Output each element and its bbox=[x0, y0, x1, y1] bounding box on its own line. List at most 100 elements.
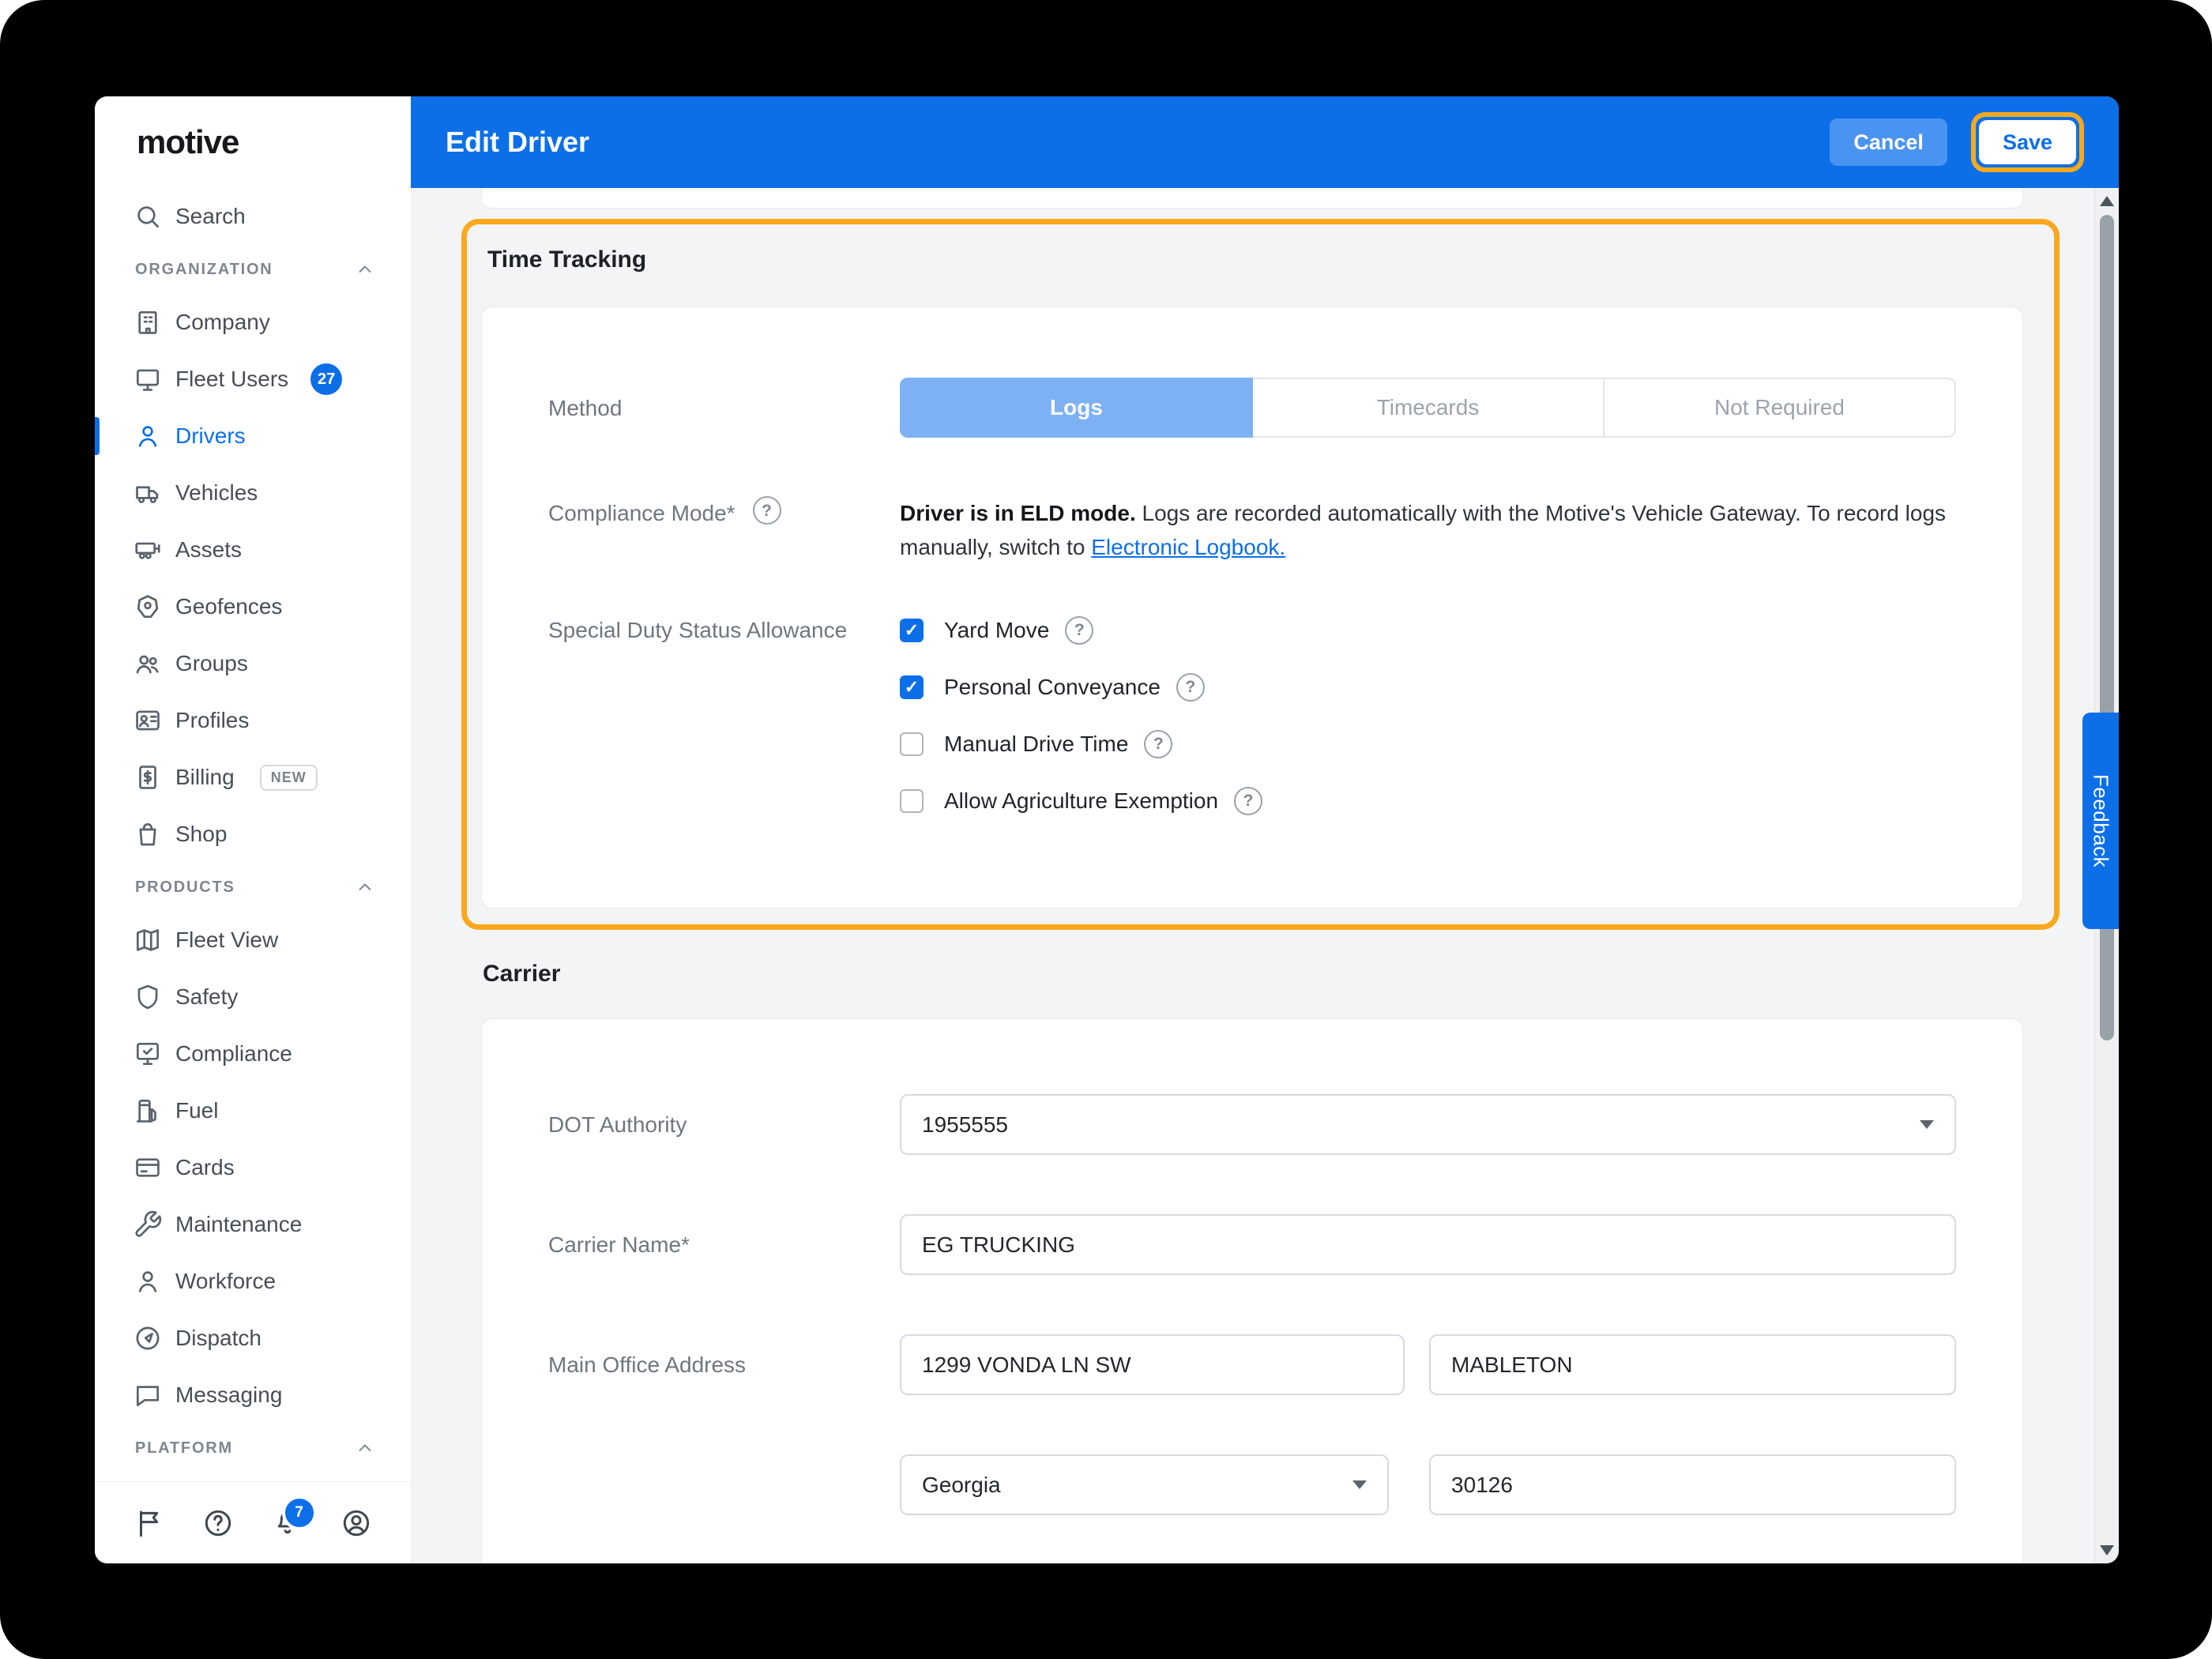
wrench-icon bbox=[133, 1209, 163, 1240]
street-address-input[interactable] bbox=[900, 1334, 1405, 1395]
sidebar-item-company[interactable]: Company bbox=[95, 294, 411, 351]
sidebar-item-cards[interactable]: Cards bbox=[95, 1139, 411, 1196]
sidebar-item-assets[interactable]: Assets bbox=[95, 521, 411, 578]
sidebar-item-workforce[interactable]: Workforce bbox=[95, 1253, 411, 1310]
sidebar-item-fleet-view[interactable]: Fleet View bbox=[95, 912, 411, 969]
state-select[interactable]: Georgia bbox=[900, 1454, 1389, 1515]
sidebar-item-messaging[interactable]: Messaging bbox=[95, 1367, 411, 1424]
help-icon[interactable] bbox=[201, 1507, 235, 1540]
dispatch-icon bbox=[133, 1323, 163, 1353]
sidebar-item-groups[interactable]: Groups bbox=[95, 635, 411, 692]
checkbox-personal-conveyance[interactable] bbox=[900, 675, 924, 699]
caret-down-icon bbox=[1352, 1480, 1367, 1489]
carrier-name-label: Carrier Name* bbox=[548, 1228, 900, 1262]
allowance-row-manual-drive-time: Manual Drive Time bbox=[900, 716, 1262, 773]
time-tracking-heading: Time Tracking bbox=[487, 246, 2054, 273]
notification-count-badge: 7 bbox=[282, 1495, 317, 1530]
checkbox-manual-drive-time[interactable] bbox=[900, 732, 924, 756]
checkbox-yard-move[interactable] bbox=[900, 619, 924, 642]
truck-icon bbox=[133, 478, 163, 508]
sidebar-item-label: Workforce bbox=[175, 1269, 276, 1294]
sidebar-footer: 7 bbox=[95, 1481, 411, 1563]
app-window: motive Search ORGANIZATIONCompanyFleet U… bbox=[95, 96, 2119, 1563]
page-title: Edit Driver bbox=[446, 126, 589, 159]
city-input[interactable] bbox=[1429, 1334, 1956, 1395]
dot-authority-select[interactable]: 1955555 bbox=[900, 1094, 1956, 1155]
sidebar-item-label: Drivers bbox=[175, 423, 246, 449]
screen-background: motive Search ORGANIZATIONCompanyFleet U… bbox=[0, 0, 2212, 1659]
sidebar-search[interactable]: Search bbox=[95, 188, 411, 245]
search-icon bbox=[133, 201, 163, 231]
help-icon[interactable] bbox=[753, 496, 781, 525]
method-option-timecards[interactable]: Timecards bbox=[1253, 378, 1604, 438]
method-option-logs[interactable]: Logs bbox=[900, 378, 1253, 438]
sidebar-search-label: Search bbox=[175, 204, 246, 229]
dot-authority-value: 1955555 bbox=[922, 1112, 1008, 1138]
sidebar-item-billing[interactable]: BillingNEW bbox=[95, 749, 411, 806]
checkbox-allow-agriculture-exemption[interactable] bbox=[900, 789, 924, 813]
method-segmented-control: LogsTimecardsNot Required bbox=[900, 378, 1956, 438]
shop-icon bbox=[133, 819, 163, 849]
carrier-name-input[interactable] bbox=[900, 1214, 1956, 1275]
sidebar-item-vehicles[interactable]: Vehicles bbox=[95, 465, 411, 521]
sidebar-item-geofences[interactable]: Geofences bbox=[95, 578, 411, 635]
sidebar-section-products[interactable]: PRODUCTS bbox=[95, 863, 411, 912]
bell-icon[interactable]: 7 bbox=[271, 1507, 304, 1540]
save-button[interactable]: Save bbox=[1979, 120, 2076, 164]
compliance-mode-label: Compliance Mode* bbox=[548, 496, 735, 530]
sidebar-item-label: Dispatch bbox=[175, 1326, 261, 1351]
sidebar-item-label: Cards bbox=[175, 1155, 235, 1180]
sidebar-item-shop[interactable]: Shop bbox=[95, 806, 411, 863]
time-tracking-card: Method LogsTimecardsNot Required Complia… bbox=[481, 307, 2023, 908]
sidebar-item-compliance[interactable]: Compliance bbox=[95, 1025, 411, 1082]
sidebar-item-label: Maintenance bbox=[175, 1212, 302, 1237]
chat-icon bbox=[133, 1380, 163, 1410]
time-tracking-highlight: Time Tracking Method LogsTimecardsNot Re… bbox=[461, 219, 2060, 930]
dot-authority-row: DOT Authority 1955555 bbox=[482, 1094, 2022, 1155]
sidebar-item-drivers[interactable]: Drivers bbox=[95, 408, 411, 465]
flag-icon[interactable] bbox=[133, 1507, 166, 1540]
method-option-not-required[interactable]: Not Required bbox=[1604, 378, 1956, 438]
electronic-logbook-link[interactable]: Electronic Logbook. bbox=[1091, 535, 1285, 559]
sidebar-item-label: Assets bbox=[175, 537, 242, 562]
fuel-icon bbox=[133, 1096, 163, 1126]
main-content: Time Tracking Method LogsTimecardsNot Re… bbox=[411, 188, 2095, 1563]
main-office-address-row: Main Office Address bbox=[482, 1334, 2022, 1395]
scroll-down-button[interactable] bbox=[2100, 1545, 2114, 1556]
sidebar-item-label: Fleet Users bbox=[175, 367, 288, 392]
avatar-icon[interactable] bbox=[340, 1507, 373, 1540]
sidebar-item-label: Fuel bbox=[175, 1098, 218, 1123]
help-icon[interactable] bbox=[1065, 616, 1093, 645]
help-icon[interactable] bbox=[1234, 787, 1262, 815]
allowance-label: Personal Conveyance bbox=[944, 675, 1161, 700]
new-badge: NEW bbox=[260, 765, 318, 791]
sidebar-item-dispatch[interactable]: Dispatch bbox=[95, 1310, 411, 1367]
cancel-button[interactable]: Cancel bbox=[1830, 118, 1947, 166]
scroll-up-button[interactable] bbox=[2100, 196, 2114, 206]
help-icon[interactable] bbox=[1144, 730, 1172, 758]
chevron-up-icon bbox=[354, 876, 376, 898]
method-label: Method bbox=[548, 391, 900, 425]
sidebar-item-label: Geofences bbox=[175, 594, 282, 619]
sidebar-item-fuel[interactable]: Fuel bbox=[95, 1082, 411, 1139]
sidebar-item-fleet-users[interactable]: Fleet Users27 bbox=[95, 351, 411, 408]
sidebar-item-label: Compliance bbox=[175, 1041, 292, 1066]
zip-input[interactable] bbox=[1429, 1454, 1956, 1515]
edit-driver-header: Edit Driver Cancel Save bbox=[411, 96, 2119, 188]
sidebar-item-label: Safety bbox=[175, 984, 238, 1010]
help-icon[interactable] bbox=[1176, 673, 1205, 702]
dot-authority-label: DOT Authority bbox=[548, 1108, 900, 1142]
sidebar-item-maintenance[interactable]: Maintenance bbox=[95, 1196, 411, 1253]
allowance-label: Manual Drive Time bbox=[944, 732, 1128, 757]
feedback-tab[interactable]: Feedback bbox=[2082, 713, 2119, 929]
driver-icon bbox=[133, 421, 163, 451]
profiles-icon bbox=[133, 705, 163, 735]
sidebar-item-profiles[interactable]: Profiles bbox=[95, 692, 411, 749]
card-icon bbox=[133, 1153, 163, 1183]
sidebar-item-safety[interactable]: Safety bbox=[95, 969, 411, 1025]
company-icon bbox=[133, 307, 163, 337]
sidebar-section-platform[interactable]: PLATFORM bbox=[95, 1424, 411, 1473]
sidebar-section-organization[interactable]: ORGANIZATION bbox=[95, 245, 411, 294]
allowance-label: Yard Move bbox=[944, 618, 1049, 643]
shield-icon bbox=[133, 982, 163, 1012]
